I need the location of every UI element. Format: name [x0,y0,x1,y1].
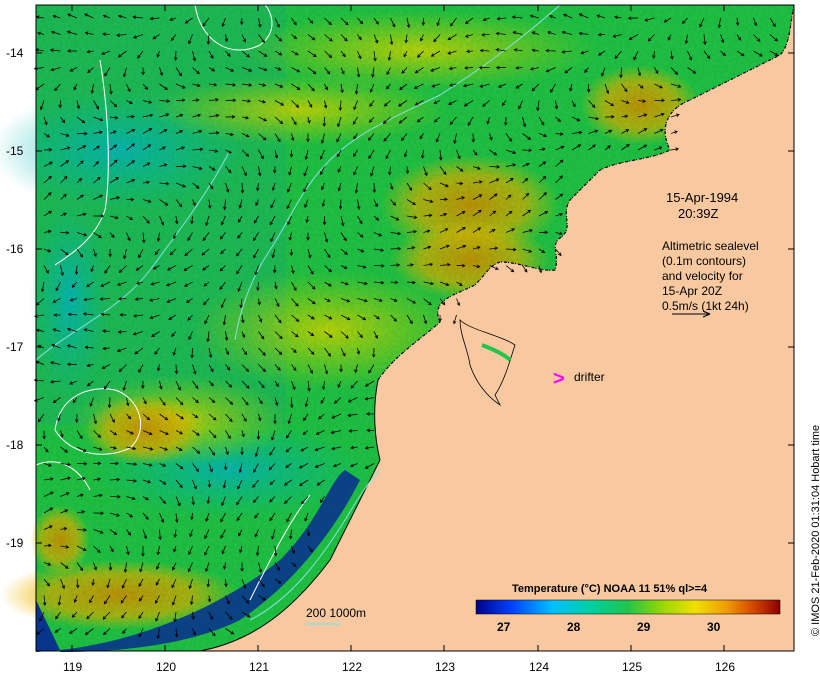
drifter-marker: > [553,368,565,390]
legend-line: 15-Apr 20Z [662,284,723,298]
legend-line: and velocity for [662,269,743,283]
velocity-vector [489,166,500,168]
colorbar-tick: 27 [497,620,511,634]
image-date: 15-Apr-1994 [666,190,739,205]
longitude-label: 120 [156,660,177,674]
longitude-label: 124 [529,660,550,674]
sst-map: > [0,4,795,652]
colorbar [475,599,781,615]
latitude-label: -16 [6,242,24,256]
longitude-label: 123 [435,660,456,674]
velocity-vector [191,347,193,358]
colorbar-tick: 29 [637,620,651,634]
drifter-label: drifter [574,370,605,384]
latitude-label: -14 [6,46,24,60]
colorbar-tick: 30 [707,620,721,634]
legend-line: 0.5m/s (1kt 24h) [662,299,749,313]
latitude-label: -18 [6,438,24,452]
altimetry-legend: Altimetric sealevel (0.1m contours) and … [662,239,759,314]
latitude-label: -17 [6,340,24,354]
legend-line: (0.1m contours) [662,254,747,268]
credit-text: © IMOS 21-Feb-2020 01:31:04 Hobart time [810,424,820,636]
longitude-label: 122 [342,660,363,674]
colorbar-title: Temperature (°C) NOAA 11 51% ql>=4 [512,583,708,595]
legend-line: Altimetric sealevel [662,239,759,253]
longitude-label: 126 [715,660,736,674]
velocity-vector [390,248,401,250]
colorbar-tick: 28 [567,620,581,634]
longitude-label: 125 [622,660,643,674]
latitude-label: -15 [6,144,24,158]
image-time: 20:39Z [678,206,719,221]
longitude-label: 121 [249,660,270,674]
longitude-label: 119 [63,660,83,674]
bathy-label: 200 1000m [306,606,367,620]
latitude-label: -19 [6,536,24,550]
